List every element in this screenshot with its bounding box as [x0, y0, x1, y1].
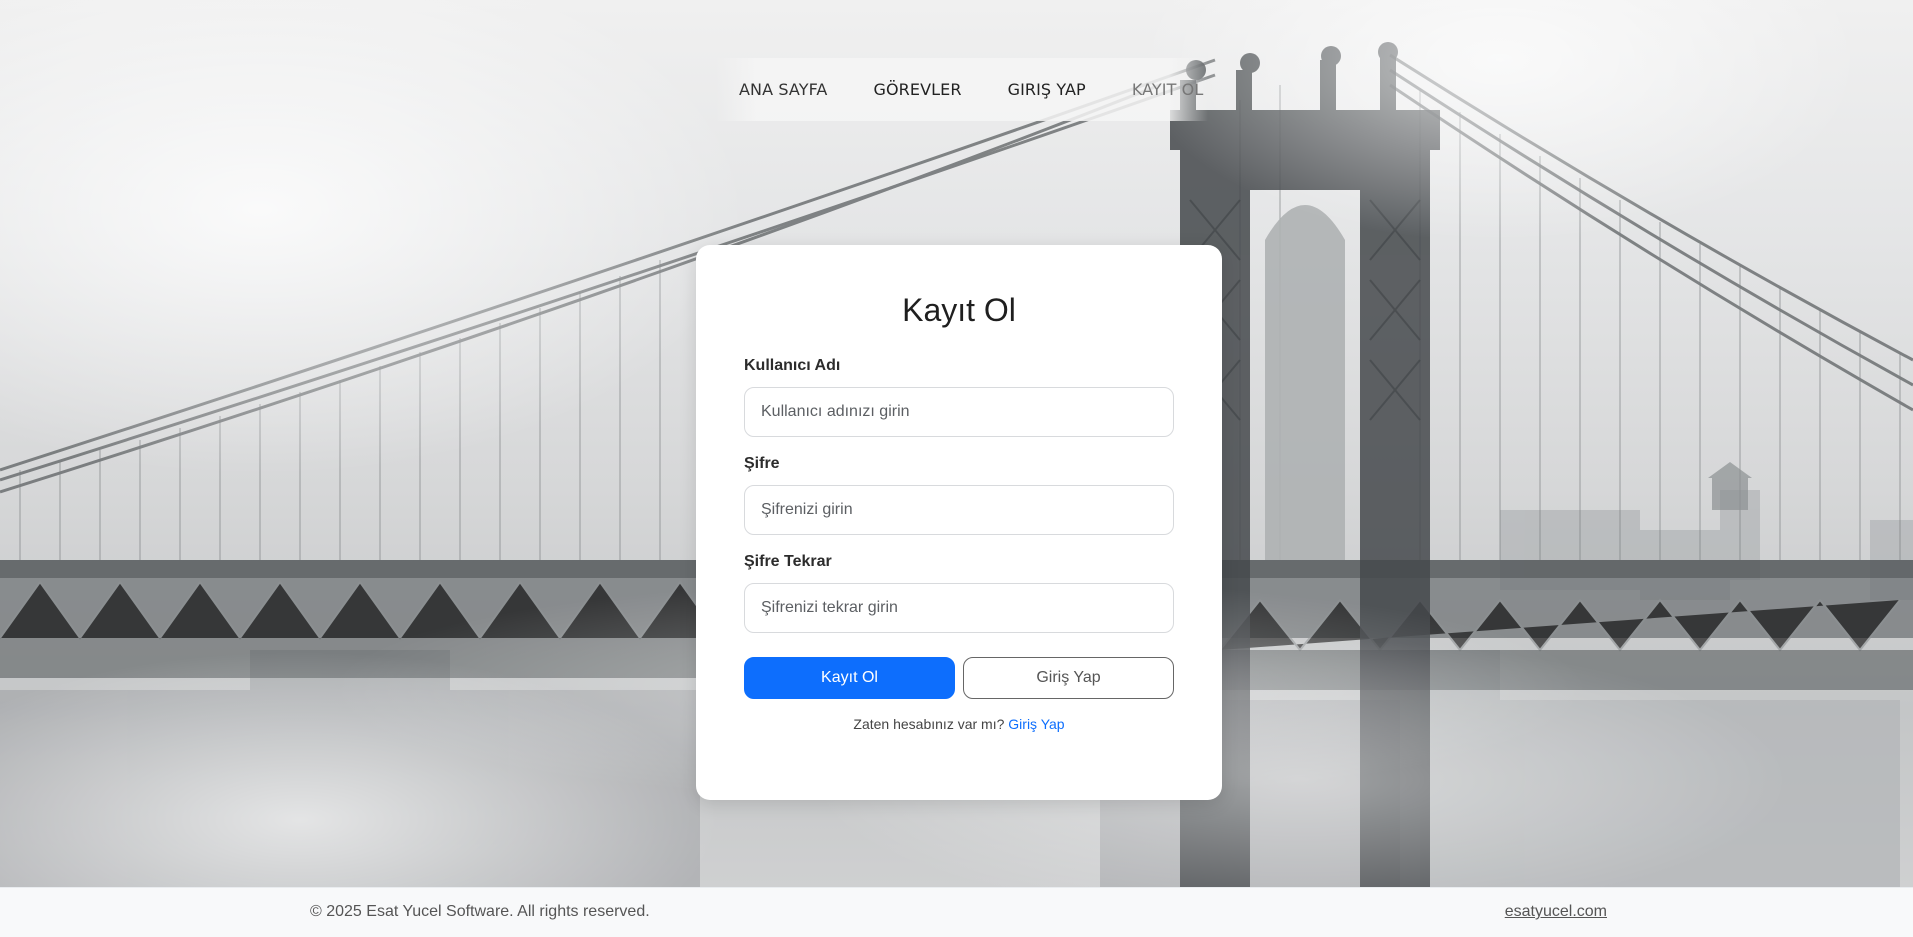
nav-link-tasks[interactable]: GÖREVLER — [850, 80, 984, 99]
password-repeat-label: Şifre Tekrar — [744, 553, 832, 570]
password-repeat-input[interactable] — [744, 583, 1174, 633]
password-label: Şifre — [744, 455, 780, 472]
nav-link-home[interactable]: ANA SAYFA — [716, 80, 850, 99]
login-prompt-text: Zaten hesabınız var mı? — [853, 716, 1005, 732]
password-input[interactable] — [744, 485, 1174, 535]
username-label: Kullanıcı Adı — [744, 357, 841, 374]
login-button[interactable]: Giriş Yap — [963, 657, 1174, 699]
nav-link-login[interactable]: GIRIŞ YAP — [985, 80, 1109, 99]
footer-site-link[interactable]: esatyucel.com — [1505, 903, 1607, 921]
nav-link-register[interactable]: KAYIT OL — [1109, 80, 1227, 99]
top-navbar: ANA SAYFA GÖREVLER GIRIŞ YAP KAYIT OL — [716, 58, 1208, 121]
form-title: Kayıt Ol — [902, 292, 1016, 328]
login-link[interactable]: Giriş Yap — [1008, 716, 1064, 732]
username-input[interactable] — [744, 387, 1174, 437]
footer: © 2025 Esat Yucel Software. All rights r… — [0, 887, 1913, 937]
login-prompt: Zaten hesabınız var mı? Giriş Yap — [696, 716, 1222, 732]
register-button[interactable]: Kayıt Ol — [744, 657, 955, 699]
footer-copyright: © 2025 Esat Yucel Software. All rights r… — [310, 903, 650, 920]
page: ANA SAYFA GÖREVLER GIRIŞ YAP KAYIT OL Ka… — [0, 0, 1913, 937]
